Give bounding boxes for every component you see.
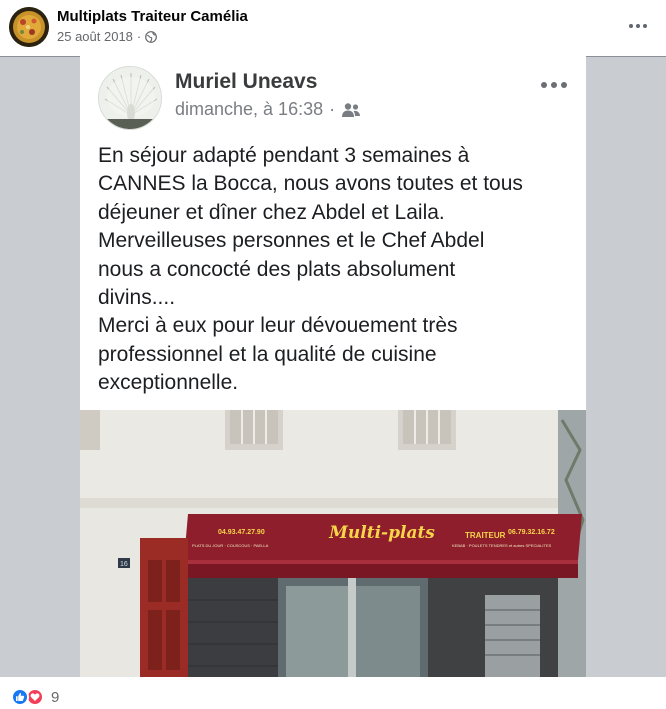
globe-icon: [145, 30, 158, 43]
paella-icon: [9, 7, 49, 47]
page-name-link[interactable]: Multiplats Traiteur Camélia: [57, 8, 248, 25]
inner-post-text: En séjour adapté pendant 3 semaines à CA…: [98, 144, 523, 395]
post-footer: 9: [0, 677, 666, 709]
meta-separator: ·: [136, 29, 142, 44]
inner-post-time: dimanche, à 16:38: [175, 99, 324, 119]
peacock-icon: [99, 67, 161, 129]
awning-phone-left: 04.93.47.27.90: [218, 529, 265, 536]
inner-more-icon: [540, 76, 568, 94]
awning-subtitle: TRAITEUR: [465, 531, 506, 540]
post-photo[interactable]: Muriel Uneavs dimanche, à 16:38 · En séj…: [0, 56, 666, 677]
awning-title: Multi-plats: [328, 523, 435, 543]
awning-phone-right: 06.79.32.16.72: [508, 529, 555, 536]
reaction-count[interactable]: 9: [51, 689, 59, 706]
post-meta: 25 août 2018 ·: [57, 29, 158, 44]
inner-author-avatar: [98, 66, 162, 130]
awning-services-left: PLATS DU JOUR · COUSCOUS · PAELLA: [192, 543, 269, 548]
post-header: Multiplats Traiteur Camélia 25 août 2018…: [0, 0, 666, 56]
friends-icon: [342, 102, 361, 117]
storefront-photo: Multi-plats TRAITEUR 04.93.47.27.90 06.7…: [80, 410, 586, 677]
post-date-link[interactable]: 25 août 2018: [57, 29, 133, 44]
page-avatar[interactable]: [9, 7, 49, 47]
storefront-illustration: Multi-plats TRAITEUR 04.93.47.27.90 06.7…: [80, 410, 586, 677]
inner-post-meta: dimanche, à 16:38 ·: [175, 99, 361, 120]
inner-meta-separator: ·: [329, 99, 336, 119]
more-horizontal-icon: [629, 24, 647, 28]
more-horizontal-icon: [541, 82, 567, 88]
door-number: 16: [120, 561, 128, 568]
reactions-summary[interactable]: 9: [11, 688, 59, 706]
shared-screenshot: Muriel Uneavs dimanche, à 16:38 · En séj…: [80, 56, 586, 677]
like-icon: [11, 688, 29, 706]
inner-author-name: Muriel Uneavs: [175, 70, 318, 93]
awning-services-right: KEBAB · POULETS TENDRES et autres SPECIA…: [452, 543, 552, 548]
post-more-button[interactable]: [626, 14, 650, 38]
